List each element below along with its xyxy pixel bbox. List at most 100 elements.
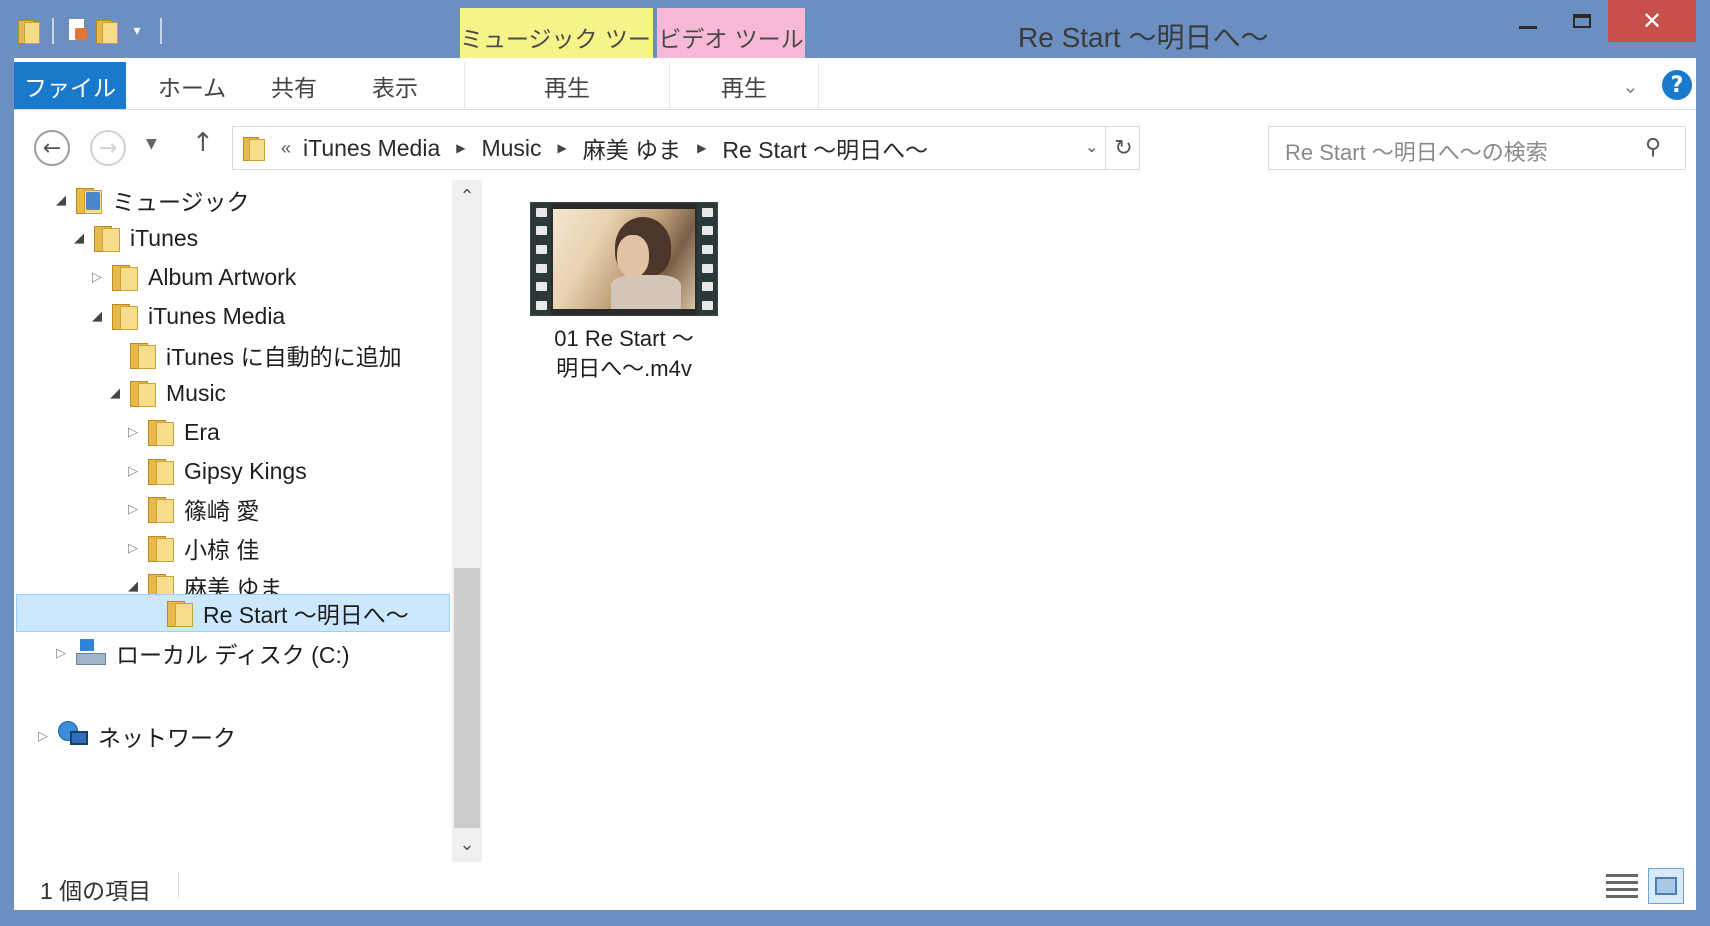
tree-expander-icon[interactable]: ◢	[70, 230, 88, 246]
nav-pane-scrollbar[interactable]: ⌃ ⌄	[452, 180, 482, 862]
folder-icon	[148, 534, 174, 562]
music-folder-icon	[76, 186, 102, 214]
folder-icon	[243, 135, 265, 161]
breadcrumb-separator-icon[interactable]: ▶	[697, 141, 706, 155]
toolbar-divider	[160, 18, 162, 44]
address-bar[interactable]: « iTunes Media ▶ Music ▶ 麻美 ゆま ▶ Re Star…	[232, 126, 1140, 170]
folder-icon	[112, 263, 138, 291]
breadcrumb-separator-icon[interactable]: ▶	[558, 141, 567, 155]
file-name[interactable]: 01 Re Start ～ 明日へ～.m4v	[524, 324, 724, 384]
forward-button[interactable]: →	[90, 130, 126, 166]
large-icons-view-icon[interactable]	[1648, 868, 1684, 904]
back-button[interactable]: ←	[34, 130, 70, 166]
address-history-dropdown[interactable]: ⌄	[1085, 137, 1098, 156]
tree-expander-icon[interactable]: ▷	[52, 645, 70, 661]
breadcrumb-item[interactable]: iTunes Media	[303, 135, 440, 162]
breadcrumb-overflow[interactable]: «	[281, 138, 291, 159]
title-bar: ▾ ミュージック ツール ビデオ ツール Re Start ～明日へ～ ✕	[0, 0, 1710, 87]
tree-item-album-artwork[interactable]: ▷ Album Artwork	[88, 257, 296, 297]
tree-item-local-disk[interactable]: ▷ ローカル ディスク (C:)	[52, 633, 350, 673]
status-bar: 1 個の項目	[14, 862, 1696, 910]
tree-expander-icon[interactable]: ◢	[52, 192, 70, 208]
tree-item-itunes-media[interactable]: ◢ iTunes Media	[88, 296, 285, 336]
file-list-pane[interactable]: 01 Re Start ～ 明日へ～.m4v	[482, 180, 1696, 862]
minimize-button[interactable]	[1500, 0, 1556, 42]
tab-home[interactable]: ホーム	[142, 62, 242, 109]
tree-expander-icon[interactable]: ◢	[88, 308, 106, 324]
ribbon-tab-bar: ファイル ホーム 共有 表示 再生 再生 ⌄ ?	[14, 62, 1696, 110]
folder-icon	[148, 495, 174, 523]
film-strip-icon	[697, 203, 717, 315]
scrollbar-thumb[interactable]	[454, 568, 480, 828]
expand-ribbon-icon[interactable]: ⌄	[1622, 74, 1639, 98]
new-folder-icon[interactable]	[92, 14, 122, 48]
tree-item-ogura-kei[interactable]: ▷ 小椋 佳	[124, 528, 259, 568]
item-count: 1 個の項目	[40, 878, 152, 904]
scroll-up-icon[interactable]: ⌃	[452, 186, 482, 207]
tree-item-label: Gipsy Kings	[184, 457, 307, 484]
tree-expander-icon[interactable]: ▷	[88, 269, 106, 285]
breadcrumb-item[interactable]: Re Start ～明日へ～	[722, 131, 928, 165]
recent-locations-button[interactable]: ▼	[146, 136, 157, 152]
file-name-line: 明日へ～.m4v	[556, 356, 692, 381]
tree-item-auto-add[interactable]: iTunes に自動的に追加	[106, 335, 402, 375]
tree-expander-icon[interactable]: ▷	[124, 424, 142, 440]
tree-item-label: Music	[166, 379, 227, 406]
tree-expander-icon[interactable]: ◢	[124, 578, 142, 594]
tree-item-music[interactable]: ◢ ミュージック	[52, 180, 250, 220]
customize-toolbar-icon[interactable]: ▾	[122, 14, 152, 48]
tab-view[interactable]: 表示	[350, 62, 440, 109]
tab-music-play[interactable]: 再生	[464, 62, 669, 109]
tab-file[interactable]: ファイル	[14, 62, 126, 109]
tree-expander-icon[interactable]: ▷	[124, 463, 142, 479]
tree-item-label: iTunes	[130, 224, 199, 251]
tree-item-itunes[interactable]: ◢ iTunes	[70, 218, 198, 258]
help-icon[interactable]: ?	[1662, 70, 1692, 100]
search-icon[interactable]: ⚲	[1645, 135, 1661, 160]
tree-expander-icon[interactable]: ▷	[124, 501, 142, 517]
breadcrumb-item[interactable]: Music	[481, 135, 541, 162]
tree-expander-icon[interactable]: ◢	[106, 385, 124, 401]
video-thumbnail[interactable]	[530, 202, 718, 316]
film-strip-icon	[531, 203, 551, 315]
tree-item-era[interactable]: ▷ Era	[124, 412, 220, 452]
window-title: Re Start ～明日へ～	[1018, 22, 1269, 53]
folder-icon	[148, 418, 174, 446]
navigation-pane: ◢ ミュージック ◢ iTunes ▷ Album Artwork ◢ iTun…	[14, 180, 452, 862]
tab-video-play[interactable]: 再生	[669, 62, 819, 109]
minimize-icon	[1519, 25, 1537, 29]
breadcrumb-item[interactable]: 麻美 ゆま	[583, 131, 681, 165]
tree-item-label: Album Artwork	[148, 263, 297, 290]
refresh-icon: ↻	[1114, 135, 1133, 161]
tree-item-gipsy-kings[interactable]: ▷ Gipsy Kings	[124, 451, 307, 491]
search-input[interactable]: Re Start ～明日へ～の検索	[1285, 135, 1548, 167]
navigation-bar: ← → ▼ ↑ « iTunes Media ▶ Music ▶ 麻美 ゆま ▶…	[14, 110, 1696, 176]
back-arrow-icon: ←	[42, 135, 62, 161]
close-button[interactable]: ✕	[1608, 0, 1696, 42]
tab-share[interactable]: 共有	[254, 62, 334, 109]
tree-item-re-start[interactable]: Re Start ～明日へ～	[16, 594, 450, 632]
tree-item-shinozaki-ai[interactable]: ▷ 篠崎 愛	[124, 489, 259, 529]
tree-item-label: ミュージック	[112, 189, 250, 215]
folder-icon[interactable]	[14, 14, 44, 48]
file-item[interactable]: 01 Re Start ～ 明日へ～.m4v	[524, 202, 724, 384]
breadcrumb-separator-icon[interactable]: ▶	[456, 141, 465, 155]
tree-item-music-folder[interactable]: ◢ Music	[106, 373, 226, 413]
search-box[interactable]: Re Start ～明日へ～の検索 ⚲	[1268, 126, 1686, 170]
tree-expander-icon[interactable]: ▷	[124, 540, 142, 556]
details-view-icon[interactable]	[1606, 872, 1638, 900]
properties-icon[interactable]	[62, 14, 92, 48]
network-icon	[58, 721, 88, 751]
file-name-line: 01 Re Start ～	[554, 326, 694, 351]
tree-item-label: ネットワーク	[98, 725, 236, 751]
breadcrumb: « iTunes Media ▶ Music ▶ 麻美 ゆま ▶ Re Star…	[281, 127, 928, 169]
tree-item-network[interactable]: ▷ ネットワーク	[34, 716, 236, 756]
maximize-button[interactable]	[1556, 0, 1608, 42]
tree-expander-icon[interactable]: ▷	[34, 728, 52, 744]
refresh-button[interactable]: ↻	[1105, 127, 1141, 169]
scroll-down-icon[interactable]: ⌄	[452, 834, 482, 855]
forward-arrow-icon: →	[98, 135, 118, 161]
video-tools-context-label: ビデオ ツール	[657, 8, 805, 62]
up-button[interactable]: ↑	[192, 128, 214, 158]
drive-icon	[76, 639, 106, 667]
